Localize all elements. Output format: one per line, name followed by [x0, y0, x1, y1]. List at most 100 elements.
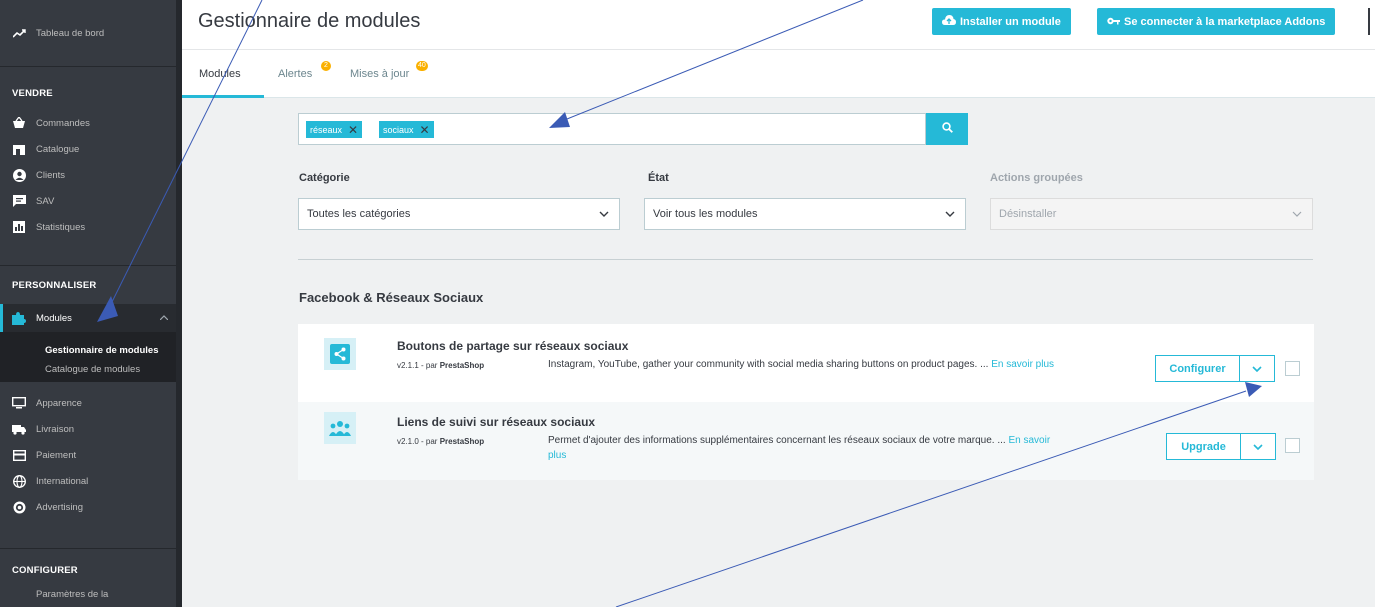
basket-icon [12, 116, 26, 130]
sidebar-item-dashboard[interactable]: Tableau de bord [0, 20, 176, 46]
bar-chart-icon [12, 220, 26, 234]
store-icon [12, 142, 26, 156]
category-filter-label: Catégorie [299, 172, 350, 184]
module-description: Instagram, YouTube, gather your communit… [548, 357, 1058, 372]
globe-icon [12, 474, 26, 488]
sidebar-item-label: Livraison [36, 423, 75, 435]
tab-bar: Modules Alertes 2 Mises à jour 40 [182, 50, 1375, 98]
sidebar-divider [0, 66, 176, 67]
sidebar-item-label: Catalogue [36, 143, 80, 155]
key-icon [1107, 16, 1120, 28]
module-version-text: v2.1.1 - par [397, 361, 440, 370]
module-version: v2.1.0 - par PrestaShop [397, 437, 484, 446]
state-filter-label: État [648, 172, 669, 184]
module-actions-dropdown[interactable] [1240, 433, 1276, 460]
sidebar-item-settings[interactable]: Paramètres de la [0, 589, 176, 607]
module-select-checkbox[interactable] [1285, 361, 1300, 376]
sidebar-item-label: Clients [36, 169, 66, 181]
module-description-text: Instagram, YouTube, gather your communit… [548, 359, 989, 370]
bulk-actions-label: Actions groupées [990, 172, 1083, 184]
chevron-up-icon [159, 312, 169, 323]
module-version: v2.1.1 - par PrestaShop [397, 361, 484, 370]
header-separator [1368, 8, 1370, 35]
sidebar-item-shipping[interactable]: Livraison [0, 416, 176, 442]
sidebar-item-orders[interactable]: Commandes [0, 110, 176, 136]
sidebar-item-label: International [36, 475, 89, 487]
sidebar-item-label: Apparence [36, 397, 82, 409]
sidebar-item-stats[interactable]: Statistiques [0, 214, 176, 240]
sidebar-item-payment[interactable]: Paiement [0, 442, 176, 468]
bulk-actions-select[interactable]: Désinstaller [990, 198, 1313, 230]
sidebar-section-configure: CONFIGURER [12, 565, 78, 576]
module-select-checkbox[interactable] [1285, 438, 1300, 453]
truck-icon [12, 422, 26, 436]
search-button[interactable] [926, 113, 968, 145]
chevron-down-icon [1292, 208, 1302, 220]
tab-updates[interactable]: Mises à jour [350, 68, 409, 80]
remove-tag-icon[interactable]: ✕ [348, 123, 358, 137]
search-icon [941, 120, 953, 138]
sidebar-item-customers[interactable]: Clients [0, 162, 176, 188]
state-select[interactable]: Voir tous les modules [644, 198, 966, 230]
connect-marketplace-button[interactable]: Se connecter à la marketplace Addons [1097, 8, 1336, 35]
sidebar-divider [0, 265, 176, 266]
share-icon [324, 338, 356, 370]
puzzle-icon [12, 311, 26, 325]
card-icon [12, 448, 26, 462]
category-select[interactable]: Toutes les catégories [298, 198, 620, 230]
upgrade-button[interactable]: Upgrade [1166, 433, 1241, 460]
module-author: PrestaShop [439, 361, 485, 370]
chevron-down-icon [599, 208, 609, 220]
module-row: Boutons de partage sur réseaux sociaux v… [298, 324, 1314, 402]
chevron-down-icon [945, 208, 955, 220]
tab-active-indicator [182, 95, 264, 98]
sidebar-section-customize: PERSONNALISER [12, 280, 97, 291]
sidebar-item-label: Advertising [36, 501, 83, 513]
module-description-text: Permet d'ajouter des informations supplé… [548, 435, 1006, 446]
install-module-button[interactable]: Installer un module [932, 8, 1071, 35]
sidebar-item-catalog[interactable]: Catalogue [0, 136, 176, 162]
sidebar-item-modules-row[interactable]: Modules [0, 305, 176, 331]
install-module-label: Installer un module [960, 15, 1061, 28]
sidebar-item-label: Commandes [36, 117, 90, 129]
trend-icon [12, 26, 26, 40]
sidebar-item-international[interactable]: International [0, 468, 176, 494]
sidebar-item-advertising[interactable]: Advertising [0, 494, 176, 520]
monitor-icon [12, 396, 26, 410]
module-author: PrestaShop [439, 437, 485, 446]
sidebar-subitem-module-catalog[interactable]: Catalogue de modules [45, 364, 140, 375]
sidebar-item-label: Tableau de bord [36, 27, 105, 39]
sidebar-item-appearance[interactable]: Apparence [0, 390, 176, 416]
bulk-actions-value: Désinstaller [999, 208, 1057, 220]
sidebar-item-label: Modules [36, 312, 72, 324]
module-name: Boutons de partage sur réseaux sociaux [397, 339, 629, 353]
module-search-input[interactable]: réseaux ✕ sociaux ✕ [298, 113, 926, 145]
configure-button[interactable]: Configurer [1155, 355, 1240, 382]
tab-alerts[interactable]: Alertes [278, 68, 312, 80]
search-tag[interactable]: sociaux ✕ [379, 121, 434, 138]
tab-modules[interactable]: Modules [199, 68, 241, 80]
sidebar-item-support[interactable]: SAV [0, 188, 176, 214]
chevron-down-icon [1253, 441, 1263, 453]
module-actions-dropdown[interactable] [1239, 355, 1275, 382]
alerts-badge: 2 [321, 61, 331, 71]
page-title: Gestionnaire de modules [198, 10, 421, 32]
updates-badge: 40 [416, 61, 428, 71]
category-select-value: Toutes les catégories [307, 208, 411, 220]
read-more-link[interactable]: En savoir plus [991, 359, 1054, 370]
user-circle-icon [12, 168, 26, 182]
sidebar-item-label: Statistiques [36, 221, 86, 233]
module-row: Liens de suivi sur réseaux sociaux v2.1.… [298, 402, 1314, 480]
state-select-value: Voir tous les modules [653, 208, 758, 220]
chat-icon [12, 194, 26, 208]
sidebar-item-label: Paiement [36, 449, 77, 461]
sidebar-subitem-module-manager[interactable]: Gestionnaire de modules [45, 345, 159, 356]
sidebar-item-label: Paramètres de la [36, 589, 109, 600]
remove-tag-icon[interactable]: ✕ [420, 123, 430, 137]
search-tag[interactable]: réseaux ✕ [306, 121, 363, 138]
settings-icon [12, 589, 26, 603]
section-divider [298, 259, 1313, 260]
search-tag-label: réseaux [310, 124, 343, 135]
cloud-upload-icon [942, 15, 956, 28]
category-title: Facebook & Réseaux Sociaux [299, 290, 484, 305]
